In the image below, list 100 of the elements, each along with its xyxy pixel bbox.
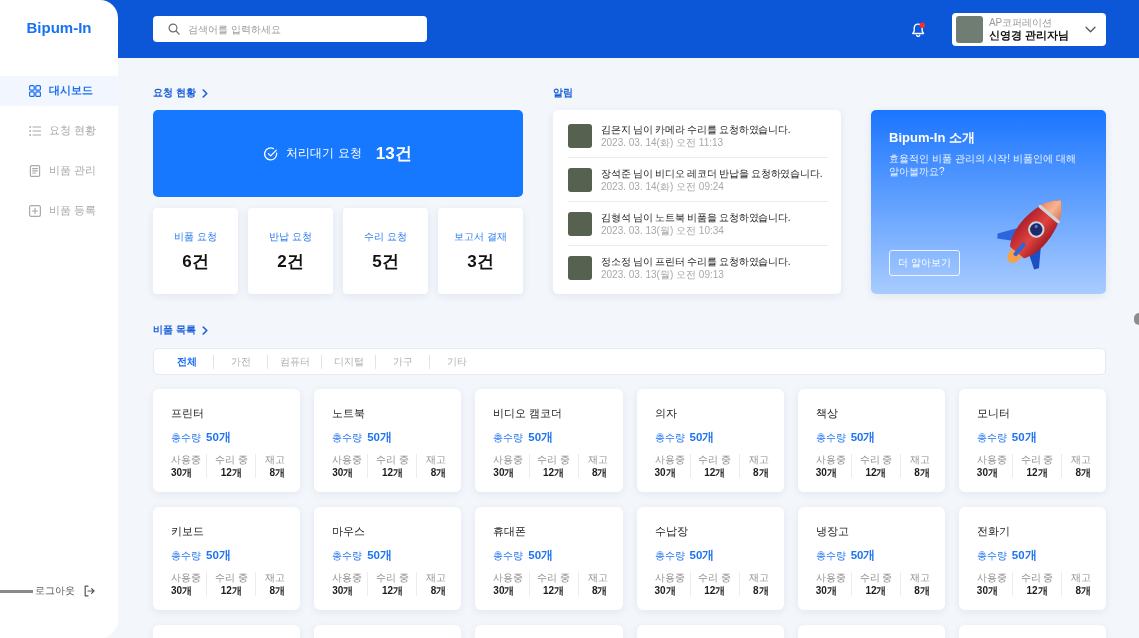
stat-value: 8개 — [269, 584, 286, 597]
notification-time: 2023. 03. 14(화) 오전 11:13 — [601, 135, 724, 149]
request-stat-card[interactable]: 반납 요청 2건 — [248, 208, 333, 294]
request-stat-card[interactable]: 비품 요청 6건 — [153, 208, 238, 294]
sidebar-nav-item[interactable]: 대시보드 — [0, 76, 118, 106]
plus-square-icon — [29, 205, 41, 217]
stat-value: 30개 — [493, 584, 515, 597]
stat-label: 사용중 — [815, 453, 846, 466]
logout-button[interactable]: 로그아웃 — [35, 584, 95, 598]
stat-label: 재고 — [587, 571, 608, 584]
avatar-placeholder — [568, 211, 592, 236]
item-name: 노트북 — [332, 406, 367, 420]
total-label: 총수량 — [493, 549, 524, 563]
request-stat-card[interactable]: 수리 요청 5건 — [343, 208, 428, 294]
app-logo[interactable]: Bipum-In — [26, 19, 92, 37]
request-stat-card[interactable]: 보고서 결재 3건 — [438, 208, 523, 294]
item-card[interactable]: 전화기 총수량 50개 사용중 30개 수리 중 12개 재고 8개 — [958, 507, 1106, 610]
total-value: 50개 — [528, 430, 554, 444]
item-card[interactable]: 책상 총수량 50개 사용중 30개 수리 중 12개 재고 8개 — [797, 389, 945, 492]
stat-label: 재고 — [426, 453, 447, 466]
stat-value: 8개 — [1075, 466, 1091, 479]
stat-value: 12개 — [865, 584, 887, 597]
stat-label: 수리 중 — [698, 453, 732, 466]
pending-count: 13건 — [375, 143, 412, 165]
item-card[interactable]: 수납장 총수량 50개 사용중 30개 수리 중 12개 재고 8개 — [636, 507, 784, 610]
total-value: 50개 — [850, 430, 876, 444]
stat-label: 재고 — [426, 571, 447, 584]
stat-value: 12개 — [1026, 584, 1048, 597]
stat-value: 8개 — [753, 466, 769, 479]
item-card[interactable]: 프린터 총수량 50개 사용중 30개 수리 중 12개 재고 8개 — [153, 389, 301, 492]
stat-label: 수리 중 — [537, 571, 570, 584]
total-label: 총수량 — [654, 549, 685, 563]
stat-value: 12개 — [220, 584, 242, 597]
stat-value: 12개 — [704, 584, 726, 597]
stat-value: 30개 — [171, 466, 193, 479]
stat-label: 비품 요청 — [174, 229, 217, 244]
pending-label: 처리대기 요청 — [286, 145, 362, 162]
stat-value: 8개 — [914, 466, 930, 479]
avatar-placeholder — [568, 256, 592, 280]
check-circle-icon — [264, 146, 279, 161]
stat-value: 30개 — [815, 584, 837, 597]
stat-label: 재고 — [909, 453, 930, 466]
profile-name: 신영경 관리자님 — [988, 28, 1069, 42]
total-label: 총수량 — [976, 431, 1007, 445]
notification-time: 2023. 03. 13(월) 오전 09:13 — [601, 268, 724, 281]
item-name: 의자 — [654, 406, 678, 420]
search-icon — [168, 23, 180, 35]
item-name: 비디오 캠코더 — [493, 406, 564, 420]
stat-label: 사용중 — [976, 571, 1007, 584]
stat-value: 8개 — [430, 466, 447, 479]
stat-value: 30개 — [654, 466, 676, 479]
total-value: 50개 — [689, 430, 715, 444]
stat-value: 8개 — [1075, 584, 1091, 597]
stat-label: 재고 — [748, 453, 769, 466]
stat-count: 2건 — [277, 250, 304, 273]
stat-label: 재고 — [748, 571, 769, 584]
section-title: 알림 — [553, 87, 573, 99]
category-tab[interactable]: 전체 — [160, 349, 213, 374]
profile-menu[interactable]: AP코퍼레이션 신영경 관리자님 — [951, 12, 1106, 46]
stat-count: 5건 — [372, 250, 399, 273]
notification-item[interactable]: 장석준 님이 비디오 레코더 반납을 요청하였습니다. 2023. 03. 14(화) 오전 09:24 — [568, 158, 828, 202]
stat-label: 반납 요청 — [269, 229, 312, 244]
stat-value: 8개 — [591, 584, 608, 597]
item-card[interactable]: 휴대폰 총수량 50개 사용중 30개 수리 중 12개 재고 8개 — [475, 507, 623, 610]
notification-time: 2023. 03. 13(월) 오전 10:34 — [601, 223, 724, 237]
stat-label: 사용중 — [654, 453, 685, 466]
avatar-placeholder — [568, 167, 592, 192]
total-value: 50개 — [1011, 548, 1037, 562]
total-label: 총수량 — [171, 431, 201, 445]
stat-value: 30개 — [493, 466, 515, 479]
item-card[interactable]: 모니터 총수량 50개 사용중 30개 수리 중 12개 재고 8개 — [958, 389, 1106, 492]
item-card[interactable]: 의자 총수량 50개 사용중 30개 수리 중 12개 재고 8개 — [636, 389, 784, 492]
stat-label: 수리 중 — [214, 453, 248, 466]
notification-item[interactable]: 정소정 님이 프린터 수리를 요청하였습니다. 2023. 03. 13(월) 오전 09:13 — [568, 246, 828, 290]
item-card[interactable]: 노트북 총수량 50개 사용중 30개 수리 중 12개 재고 8개 — [314, 389, 462, 492]
bell-icon[interactable] — [911, 21, 926, 37]
total-value: 50개 — [206, 430, 231, 444]
total-value: 50개 — [1011, 430, 1037, 444]
item-card[interactable]: 키보드 총수량 50개 사용중 30개 수리 중 12개 재고 8개 — [153, 507, 301, 610]
notification-item[interactable]: 김형석 님이 노트북 비품을 요청하였습니다. 2023. 03. 13(월) 오전 10:34 — [568, 202, 828, 246]
stat-value: 30개 — [976, 466, 998, 479]
item-card[interactable]: 비디오 캠코더 총수량 50개 사용중 30개 수리 중 12개 재고 8개 — [475, 389, 623, 492]
stat-label: 수리 중 — [1020, 571, 1054, 584]
section-link[interactable]: 요청 현황 — [153, 87, 208, 99]
stat-label: 사용중 — [171, 453, 201, 466]
notification-item[interactable]: 김은지 님이 카메라 수리를 요청하였습니다. 2023. 03. 14(화) 오전 11:13 — [568, 114, 828, 158]
item-name: 마우스 — [332, 524, 367, 538]
scroll-handle[interactable] — [1134, 313, 1139, 325]
total-label: 총수량 — [654, 431, 685, 445]
section-link[interactable]: 비품 목록 — [153, 324, 208, 336]
item-card[interactable]: 냉장고 총수량 50개 사용중 30개 수리 중 12개 재고 8개 — [797, 507, 945, 610]
item-card[interactable]: 마우스 총수량 50개 사용중 30개 수리 중 12개 재고 8개 — [314, 507, 462, 610]
total-label: 총수량 — [171, 549, 201, 563]
stat-label: 사용중 — [493, 571, 524, 584]
grid-icon — [29, 85, 41, 97]
stat-label: 수리 중 — [376, 571, 409, 584]
total-value: 50개 — [689, 548, 715, 562]
search-field[interactable]: 검색어를 입력하세요 — [153, 16, 427, 42]
notification-time: 2023. 03. 14(화) 오전 09:24 — [601, 179, 724, 193]
pending-requests-card[interactable]: 처리대기 요청 13건 — [153, 110, 523, 197]
